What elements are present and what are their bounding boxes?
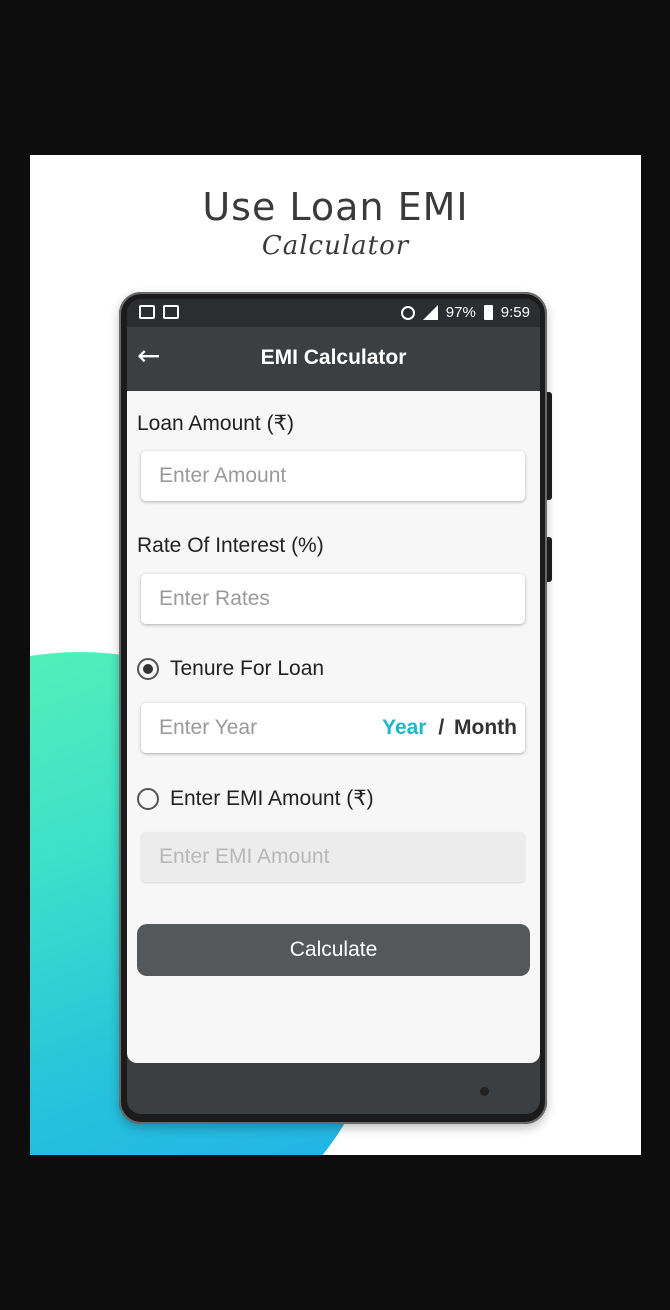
activity-notification-icon [163, 305, 179, 319]
interest-label: Rate Of Interest (%) [137, 534, 324, 557]
interest-input[interactable] [141, 574, 525, 624]
emi-amount-radio[interactable] [137, 787, 159, 810]
app-title: EMI Calculator [260, 346, 407, 369]
image-notification-icon [139, 305, 155, 319]
emi-amount-input[interactable] [141, 832, 525, 882]
phone-screen: 97% 9:59 ← EMI Calculator Loan Amount (₹… [127, 299, 540, 1114]
app-bar: ← EMI Calculator [127, 327, 540, 391]
battery-icon [483, 305, 493, 320]
signal-icon [422, 305, 438, 320]
power-button [547, 537, 552, 582]
unit-year-option[interactable]: Year [382, 716, 426, 739]
loan-amount-input[interactable] [141, 451, 525, 501]
unit-separator: / [438, 716, 445, 739]
tenure-field: Year / Month [141, 703, 525, 753]
phone-frame: 97% 9:59 ← EMI Calculator Loan Amount (₹… [119, 292, 552, 1124]
form-content: Loan Amount (₹) Rate Of Interest (%) Ten… [127, 391, 540, 1063]
tenure-radio[interactable] [137, 658, 159, 680]
emi-amount-label: Enter EMI Amount (₹) [170, 787, 374, 810]
tenure-radio-option[interactable]: Tenure For Loan [137, 657, 324, 681]
navigation-bar [127, 1063, 540, 1114]
status-bar: 97% 9:59 [127, 299, 540, 327]
home-dot-icon[interactable] [480, 1087, 489, 1096]
tenure-label: Tenure For Loan [170, 657, 325, 680]
interest-field [141, 574, 525, 624]
volume-button [547, 392, 552, 500]
calculate-button[interactable]: Calculate [137, 924, 530, 976]
promo-subtitle: Calculator [261, 231, 410, 261]
unit-month-option[interactable]: Month [454, 716, 517, 739]
loan-amount-field [141, 451, 525, 501]
tenure-input[interactable] [141, 703, 361, 753]
promo-title: Use Loan EMI [202, 185, 469, 229]
alarm-icon [400, 305, 415, 320]
loan-amount-label: Loan Amount (₹) [137, 412, 294, 435]
tenure-unit-toggle: Year / Month [382, 716, 517, 740]
battery-percent: 97% [445, 304, 476, 321]
status-time: 9:59 [500, 304, 530, 321]
emi-amount-radio-option[interactable]: Enter EMI Amount (₹) [137, 786, 374, 811]
emi-amount-field [141, 832, 525, 882]
